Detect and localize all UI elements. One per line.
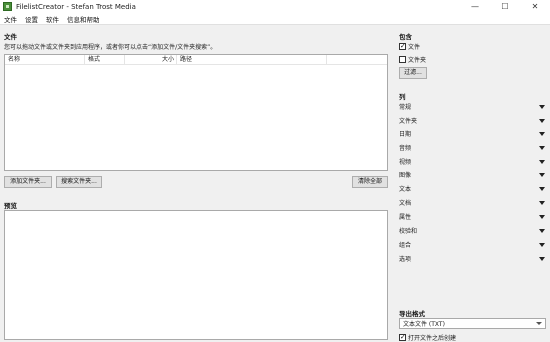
menu-help[interactable]: 信息和帮助 xyxy=(63,14,104,24)
column-group-label: 文件夹 xyxy=(399,118,418,125)
column-group-folder[interactable]: 文件夹 xyxy=(399,114,546,127)
column-group-label: 日期 xyxy=(399,131,412,138)
column-group-audio[interactable]: 音频 xyxy=(399,141,546,154)
chevron-down-icon xyxy=(539,104,545,109)
export-title: 导出格式 xyxy=(399,310,425,318)
column-group-date[interactable]: 日期 xyxy=(399,127,546,140)
column-group-label: 选项 xyxy=(399,256,412,263)
column-group-image[interactable]: 图像 xyxy=(399,168,546,181)
preview-area[interactable] xyxy=(4,210,388,340)
menu-settings[interactable]: 设置 xyxy=(21,14,42,24)
column-name[interactable]: 名称 xyxy=(5,55,85,65)
column-group-label: 图像 xyxy=(399,172,412,179)
chevron-down-icon xyxy=(539,172,545,177)
column-group-label: 文本 xyxy=(399,186,412,193)
chevron-down-icon xyxy=(539,145,545,150)
open-after-label: 打开文件之后创建 xyxy=(408,335,457,342)
menu-file[interactable]: 文件 xyxy=(0,14,21,24)
chevron-down-icon xyxy=(536,322,542,325)
include-files-checkbox[interactable] xyxy=(399,42,406,50)
file-list[interactable]: 名称 格式 大小 路径 xyxy=(4,54,388,171)
close-button[interactable]: ✕ xyxy=(520,0,550,13)
column-group-general[interactable]: 常规 xyxy=(399,100,546,113)
column-group-label: 视频 xyxy=(399,159,412,166)
chevron-down-icon xyxy=(539,214,545,219)
column-size[interactable]: 大小 xyxy=(125,55,177,65)
column-group-attributes[interactable]: 属性 xyxy=(399,210,546,223)
chevron-down-icon xyxy=(539,242,545,247)
column-group-label: 校验和 xyxy=(399,228,418,235)
filter-button[interactable]: 过滤... xyxy=(399,67,427,79)
files-hint: 您可以拖动文件或文件夹到应用程序，或者你可以点击“添加文件/文件夹搜索”。 xyxy=(4,44,217,51)
open-after-checkbox[interactable] xyxy=(399,333,406,341)
chevron-down-icon xyxy=(539,159,545,164)
chevron-down-icon xyxy=(539,118,545,123)
column-group-combine[interactable]: 组合 xyxy=(399,238,546,251)
column-group-label: 属性 xyxy=(399,214,412,221)
title-bar: FilelistCreator - Stefan Trost Media — ☐… xyxy=(0,0,550,13)
search-folder-button[interactable]: 搜索文件夹... xyxy=(56,176,102,188)
window-title: FilelistCreator - Stefan Trost Media xyxy=(16,2,136,11)
files-title: 文件 xyxy=(4,33,17,41)
minimize-button[interactable]: — xyxy=(460,0,490,13)
chevron-down-icon xyxy=(539,131,545,136)
column-group-label: 组合 xyxy=(399,242,412,249)
column-group-options[interactable]: 选项 xyxy=(399,252,546,265)
include-title: 包含 xyxy=(399,33,412,41)
column-group-label: 常规 xyxy=(399,104,412,111)
chevron-down-icon xyxy=(539,186,545,191)
column-group-document[interactable]: 文档 xyxy=(399,196,546,209)
column-group-label: 文档 xyxy=(399,200,412,207)
menu-software[interactable]: 软件 xyxy=(42,14,63,24)
export-format-select[interactable]: 文本文件 (TXT) xyxy=(399,318,546,329)
column-path[interactable]: 路径 xyxy=(177,55,327,65)
column-group-text[interactable]: 文本 xyxy=(399,182,546,195)
chevron-down-icon xyxy=(539,228,545,233)
add-folder-button[interactable]: 添加文件夹... xyxy=(4,176,52,188)
column-format[interactable]: 格式 xyxy=(85,55,125,65)
include-files-label: 文件 xyxy=(408,44,421,51)
menu-bar: 文件 设置 软件 信息和帮助 xyxy=(0,13,550,25)
chevron-down-icon xyxy=(539,256,545,261)
column-group-video[interactable]: 视频 xyxy=(399,155,546,168)
export-format-value: 文本文件 (TXT) xyxy=(403,321,445,328)
file-list-header: 名称 格式 大小 路径 xyxy=(5,55,387,65)
open-after-option[interactable]: 打开文件之后创建 xyxy=(399,333,456,342)
include-folders-label: 文件夹 xyxy=(408,57,427,64)
maximize-button[interactable]: ☐ xyxy=(490,0,520,13)
preview-title: 预览 xyxy=(4,202,17,210)
clear-all-button[interactable]: 清除全部 xyxy=(352,176,388,188)
column-group-checksum[interactable]: 校验和 xyxy=(399,224,546,237)
column-group-label: 音频 xyxy=(399,145,412,152)
include-files-option[interactable]: 文件 xyxy=(399,42,420,51)
include-folders-checkbox[interactable] xyxy=(399,56,406,63)
app-icon xyxy=(3,2,12,11)
chevron-down-icon xyxy=(539,200,545,205)
include-folders-option[interactable]: 文件夹 xyxy=(399,55,426,64)
